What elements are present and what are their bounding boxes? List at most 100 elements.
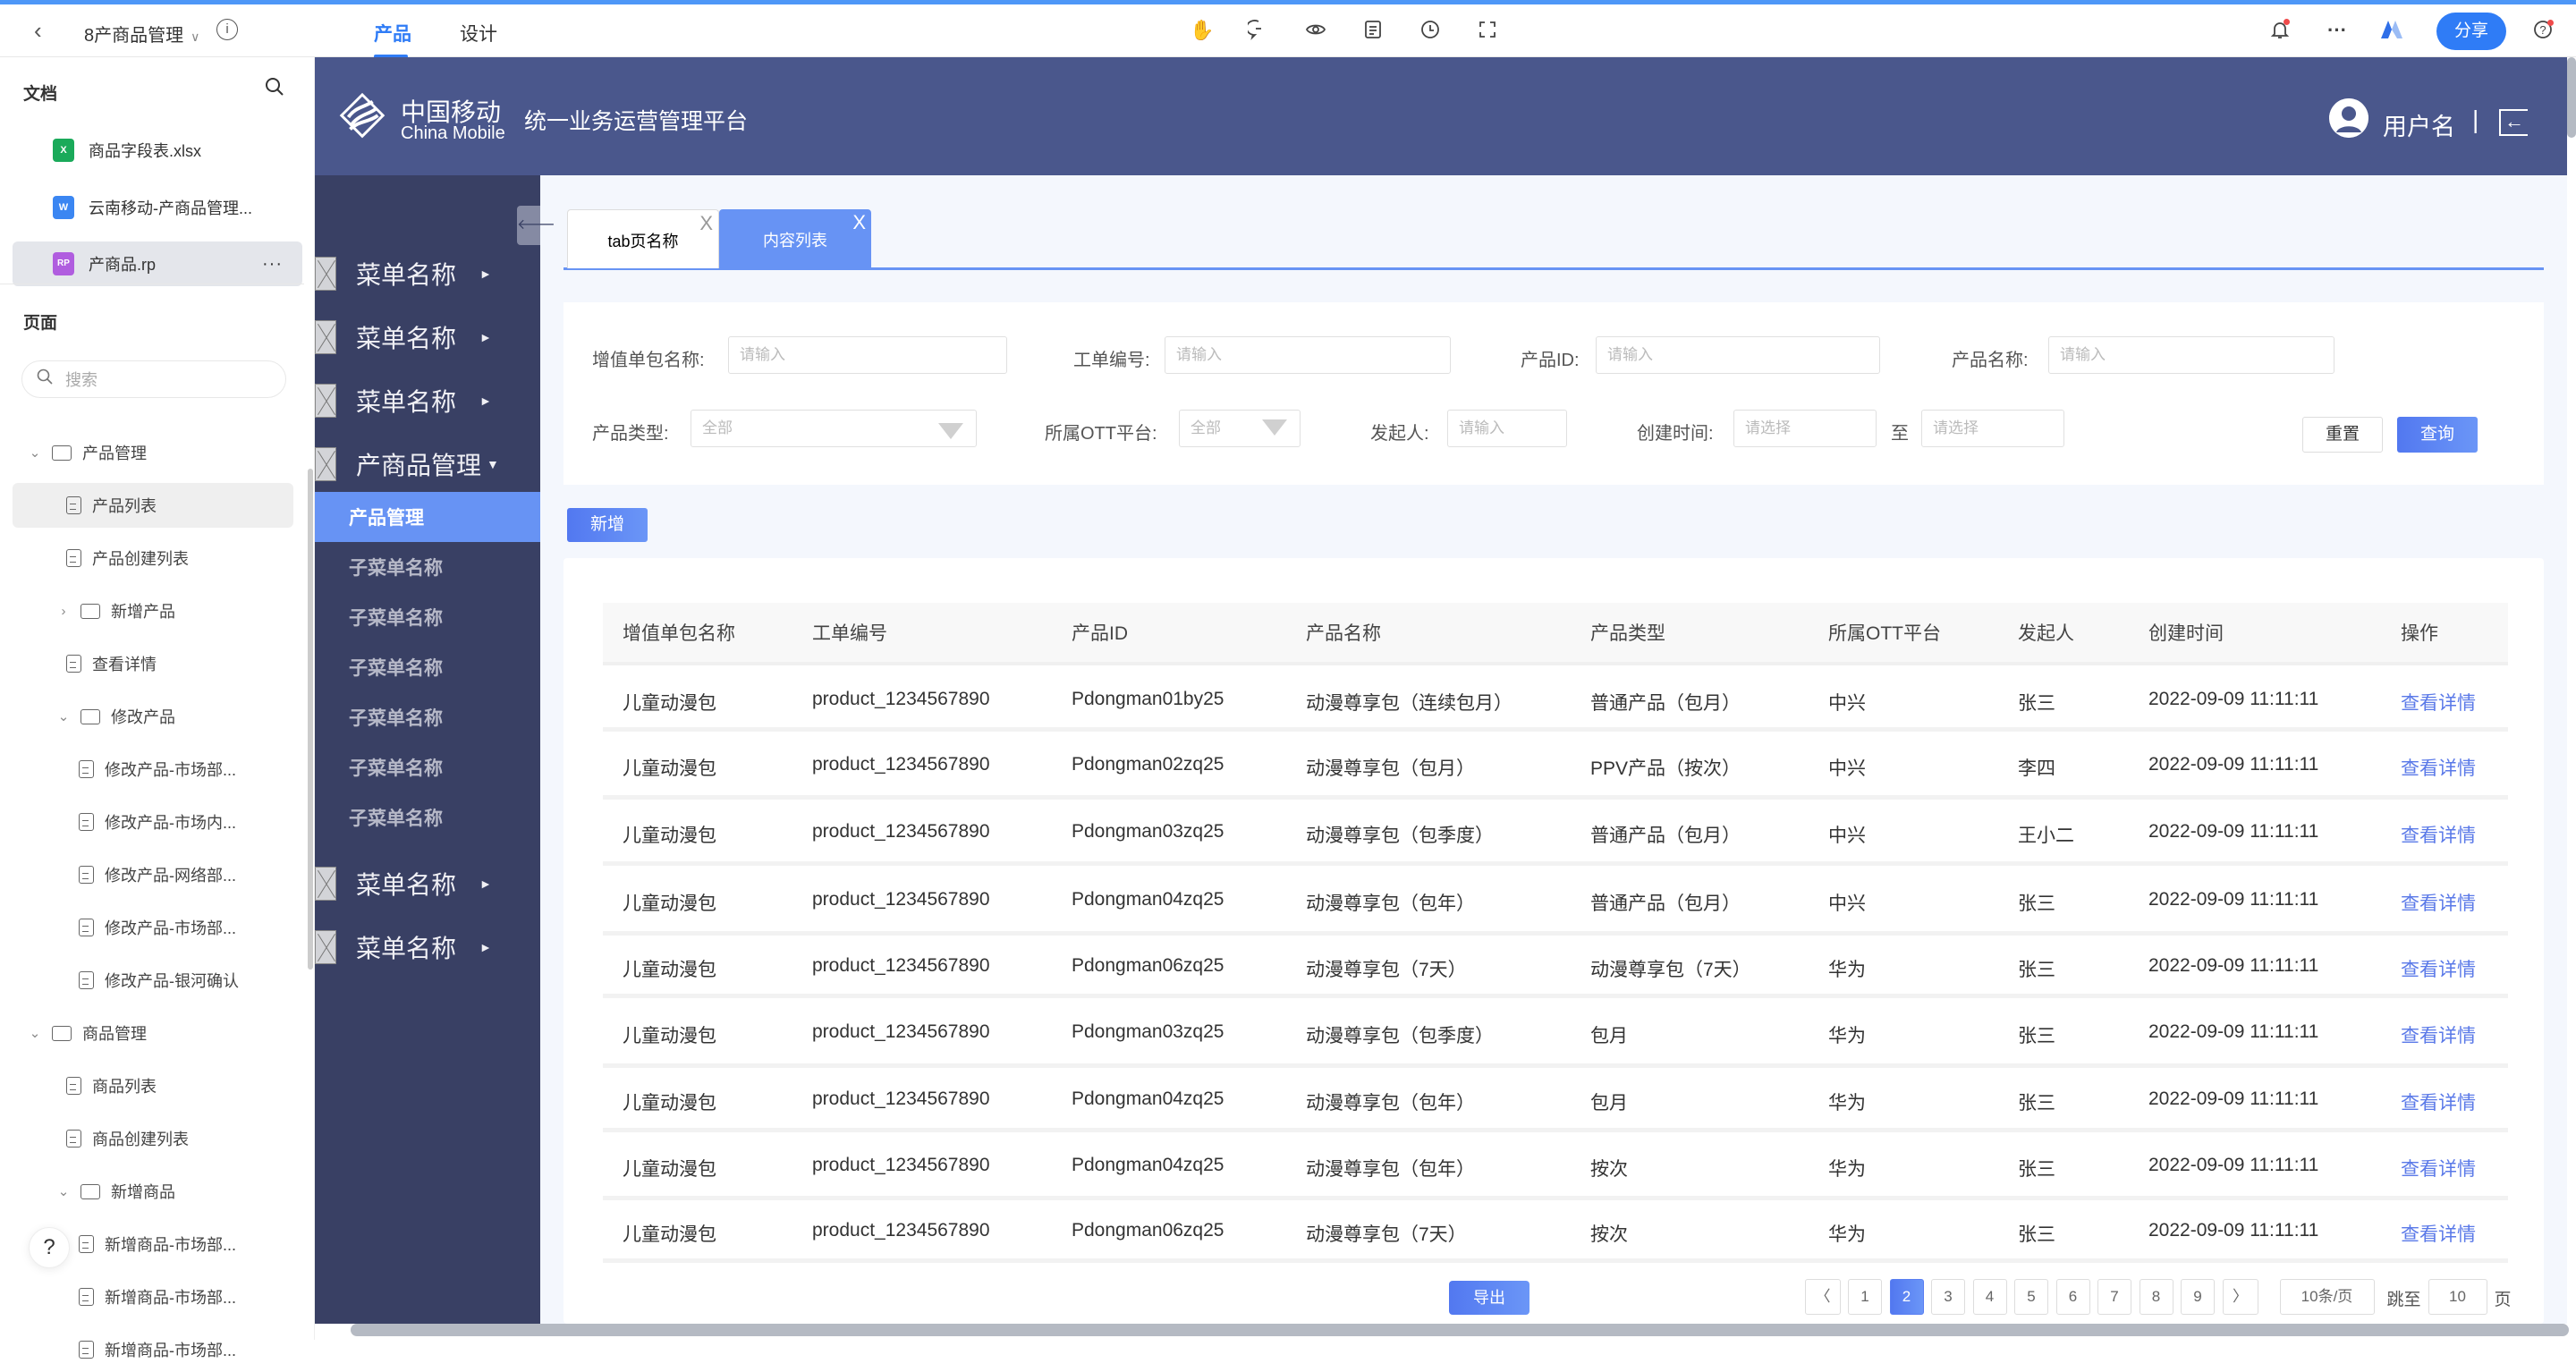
project-title[interactable]: 8产商品管理 ∨ [84,21,199,47]
ott-platform-select[interactable]: 全部 [1179,410,1301,447]
page-number-button[interactable]: 3 [1931,1279,1965,1315]
logout-icon[interactable]: ← [2499,109,2528,136]
bell-icon[interactable] [2268,19,2292,42]
user-name[interactable]: 用户名 [2383,107,2455,142]
view-details-link[interactable]: 查看详情 [2401,889,2476,916]
page-number-button[interactable]: 6 [2055,1279,2090,1315]
submenu-item[interactable]: 子菜单名称 [315,742,540,792]
page-search-input[interactable]: 搜索 [21,360,286,398]
tree-item-page[interactable]: 修改产品-市场内... [13,800,293,844]
menu-item[interactable]: 菜单名称 ► [315,922,540,972]
tree-item-page[interactable]: 查看详情 [13,641,293,686]
tree-item-folder[interactable]: ⌄ 修改产品 [13,694,293,739]
next-page-button[interactable]: 〉 [2222,1279,2258,1315]
doc-panel-scrollbar[interactable] [308,469,313,970]
tab-design[interactable]: 设计 [460,20,497,47]
prev-page-button[interactable]: 〈 [1805,1279,1841,1315]
submenu-item[interactable]: 子菜单名称 [315,592,540,642]
view-details-link[interactable]: 查看详情 [2401,821,2476,848]
fullscreen-icon[interactable] [1476,19,1499,42]
menu-item[interactable]: 菜单名称 ► [315,312,540,362]
jump-page-input[interactable]: 10 [2428,1279,2487,1315]
tree-item-page[interactable]: 产品创建列表 [13,536,293,580]
more-icon[interactable]: ··· [262,254,283,275]
tab-page-name[interactable]: tab页名称 X [567,209,719,268]
vertical-scrollbar[interactable] [2567,57,2576,138]
view-details-link[interactable]: 查看详情 [2401,1155,2476,1181]
tree-item-page[interactable]: 修改产品-市场部... [13,747,293,792]
page-number-button[interactable]: 8 [2139,1279,2174,1315]
page-number-button[interactable]: 4 [1972,1279,2007,1315]
chevron-down-icon[interactable]: ⌄ [27,445,43,461]
file-item[interactable]: W 云南移动-产商品管理... [13,185,302,230]
created-time-to-input[interactable]: 请选择 [1921,410,2064,447]
help-button[interactable]: ? [29,1227,70,1268]
history-icon[interactable] [1419,19,1442,42]
view-details-link[interactable]: 查看详情 [2401,754,2476,781]
close-tab-icon[interactable]: X [852,191,866,254]
tree-item-folder[interactable]: ⌄ 新增商品 [13,1169,293,1214]
created-time-from-input[interactable]: 请选择 [1733,410,1877,447]
tree-item-page[interactable]: 产品列表 [13,483,293,528]
view-details-link[interactable]: 查看详情 [2401,1088,2476,1115]
package-name-input[interactable]: 请输入 [728,336,1007,374]
chevron-down-icon[interactable]: ⌄ [55,708,72,724]
tree-item-page[interactable]: 新增商品-市场部... [13,1275,293,1319]
page-number-button[interactable]: 2 [1889,1279,1924,1315]
tree-item-page[interactable]: 商品列表 [13,1063,293,1108]
view-details-link[interactable]: 查看详情 [2401,689,2476,716]
initiator-input[interactable]: 请输入 [1447,410,1567,447]
tab-product[interactable]: 产品 [374,20,411,47]
page-number-button[interactable]: 1 [1848,1279,1882,1315]
menu-item[interactable]: 产商品管理 ▼ [315,439,540,489]
chevron-down-icon[interactable]: ⌄ [55,1183,72,1199]
product-name-input[interactable]: 请输入 [2048,336,2334,374]
add-button[interactable]: 新增 [567,508,648,542]
comment-icon[interactable] [1245,19,1270,42]
file-item-selected[interactable]: RP 产商品.rp ··· [13,241,302,286]
submenu-item[interactable]: 子菜单名称 [315,542,540,592]
more-icon[interactable]: ··· [2326,19,2349,42]
view-details-link[interactable]: 查看详情 [2401,1021,2476,1048]
product-type-select[interactable]: 全部 [691,410,977,447]
tab-content-list[interactable]: 内容列表 X [719,209,871,268]
query-button[interactable]: 查询 [2397,417,2478,453]
page-number-button[interactable]: 5 [2014,1279,2048,1315]
reset-button[interactable]: 重置 [2302,417,2383,453]
view-details-link[interactable]: 查看详情 [2401,1220,2476,1247]
view-details-link[interactable]: 查看详情 [2401,955,2476,982]
collapse-menu-icon[interactable]: 🡐 [517,206,555,245]
horizontal-scrollbar[interactable] [351,1324,2569,1336]
submenu-item[interactable]: 产品管理 [315,492,540,542]
submenu-item[interactable]: 子菜单名称 [315,642,540,692]
page-number-button[interactable]: 9 [2181,1279,2215,1315]
menu-item[interactable]: 菜单名称 ► [315,376,540,426]
chevron-down-icon[interactable]: ⌄ [27,1025,43,1041]
order-no-input[interactable]: 请输入 [1165,336,1451,374]
submenu-item[interactable]: 子菜单名称 [315,692,540,742]
search-icon[interactable] [265,77,284,102]
tree-item-folder[interactable]: ⌄ 商品管理 [13,1011,293,1055]
product-id-input[interactable]: 请输入 [1596,336,1880,374]
tree-item-page[interactable]: 新增商品-市场部... [13,1327,293,1372]
tree-item-folder[interactable]: › 新增产品 [13,589,293,633]
eye-icon[interactable] [1304,19,1327,42]
tree-item-page[interactable]: 修改产品-市场部... [13,905,293,950]
tree-item-page[interactable]: 商品创建列表 [13,1116,293,1161]
submenu-item[interactable]: 子菜单名称 [315,792,540,843]
chevron-right-icon[interactable]: › [55,604,72,619]
page-number-button[interactable]: 7 [2097,1279,2131,1315]
share-button[interactable]: 分享 [2436,13,2506,50]
tree-item-folder[interactable]: ⌄ 产品管理 [13,430,293,475]
menu-item[interactable]: 菜单名称 ► [315,249,540,299]
tree-item-page[interactable]: 修改产品-银河确认 [13,958,293,1003]
export-button[interactable]: 导出 [1449,1281,1530,1315]
page-size-select[interactable]: 10条/页 [2279,1279,2375,1315]
chevron-left-icon[interactable]: ‹ [34,17,42,45]
help-icon[interactable]: ? [2531,19,2555,42]
close-tab-icon[interactable]: X [699,192,713,255]
info-icon[interactable]: i [216,19,238,40]
tree-item-page[interactable]: 修改产品-网络部... [13,852,293,897]
user-avatar-icon[interactable] [2329,98,2368,138]
menu-item[interactable]: 菜单名称 ► [315,859,540,909]
